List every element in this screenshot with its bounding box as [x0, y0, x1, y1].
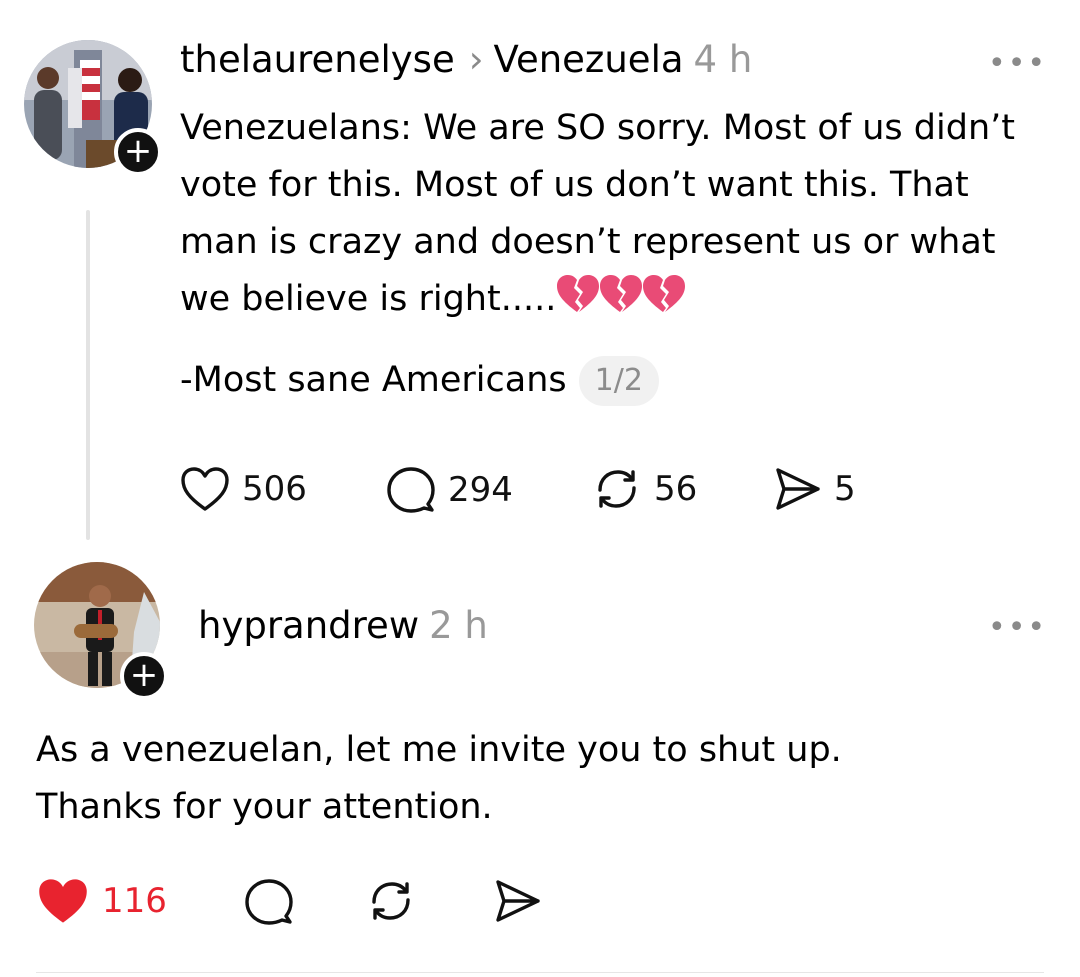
reply-comment-button[interactable] — [244, 878, 294, 926]
reply-time: 2 h — [429, 604, 488, 647]
post-username[interactable]: thelaurenelyse — [180, 38, 455, 81]
post-header: thelaurenelyse › Venezuela 4 h — [180, 38, 752, 81]
post-line: we believe is right..... — [180, 271, 1060, 332]
repost-icon — [598, 470, 636, 508]
reply-username[interactable]: hyprandrew — [198, 604, 419, 647]
reply-body: As a venezuelan, let me invite you to sh… — [36, 722, 1036, 836]
send-icon — [776, 468, 820, 510]
comment-icon — [245, 879, 293, 925]
post-time: 4 h — [693, 38, 753, 81]
follow-plus-button[interactable]: + — [120, 652, 168, 700]
send-icon — [496, 880, 540, 922]
heart-icon — [181, 467, 229, 511]
post-more-options-button[interactable]: ••• — [988, 46, 1047, 81]
repost-icon — [372, 882, 410, 920]
post-signature: -Most sane Americans — [180, 360, 567, 400]
reply-repost-button[interactable] — [366, 878, 416, 924]
reply-line: Thanks for your attention. — [36, 787, 493, 827]
comment-icon — [387, 467, 435, 513]
reply-line: As a venezuelan, let me invite you to sh… — [36, 730, 842, 770]
post-body: Venezuelans: We are SO sorry. Most of us… — [180, 100, 1060, 332]
broken-hearts-emoji — [556, 274, 688, 332]
reply-header: hyprandrew 2 h — [198, 604, 488, 647]
reply-like-button[interactable]: 116 — [36, 876, 167, 926]
reply-like-count: 116 — [102, 881, 167, 921]
share-count: 5 — [834, 469, 856, 509]
reply-share-button[interactable] — [494, 878, 542, 924]
heart-filled-icon — [39, 879, 87, 923]
post-line: vote for this. Most of us don’t want thi… — [180, 165, 969, 205]
post-signature-row: -Most sane Americans 1/2 — [180, 352, 659, 409]
post-line-text: we believe is right..... — [180, 279, 557, 319]
reply-more-options-button[interactable]: ••• — [988, 610, 1047, 645]
post-line: Venezuelans: We are SO sorry. Most of us… — [180, 108, 1015, 148]
post-line: man is crazy and doesn’t represent us or… — [180, 222, 996, 262]
reply-count: 294 — [448, 470, 513, 510]
chevron-right-icon: › — [468, 38, 484, 81]
share-button[interactable]: 5 — [774, 466, 856, 512]
reply-button[interactable]: 294 — [386, 466, 513, 514]
like-count: 506 — [242, 469, 307, 509]
thread-page-counter: 1/2 — [578, 356, 659, 406]
post-community[interactable]: Venezuela — [494, 38, 684, 81]
like-button[interactable]: 506 — [180, 466, 307, 512]
bottom-divider — [36, 972, 1044, 973]
repost-button[interactable]: 56 — [592, 466, 697, 512]
thread-line — [86, 210, 90, 540]
follow-plus-button[interactable]: + — [114, 128, 162, 176]
repost-count: 56 — [654, 469, 698, 509]
